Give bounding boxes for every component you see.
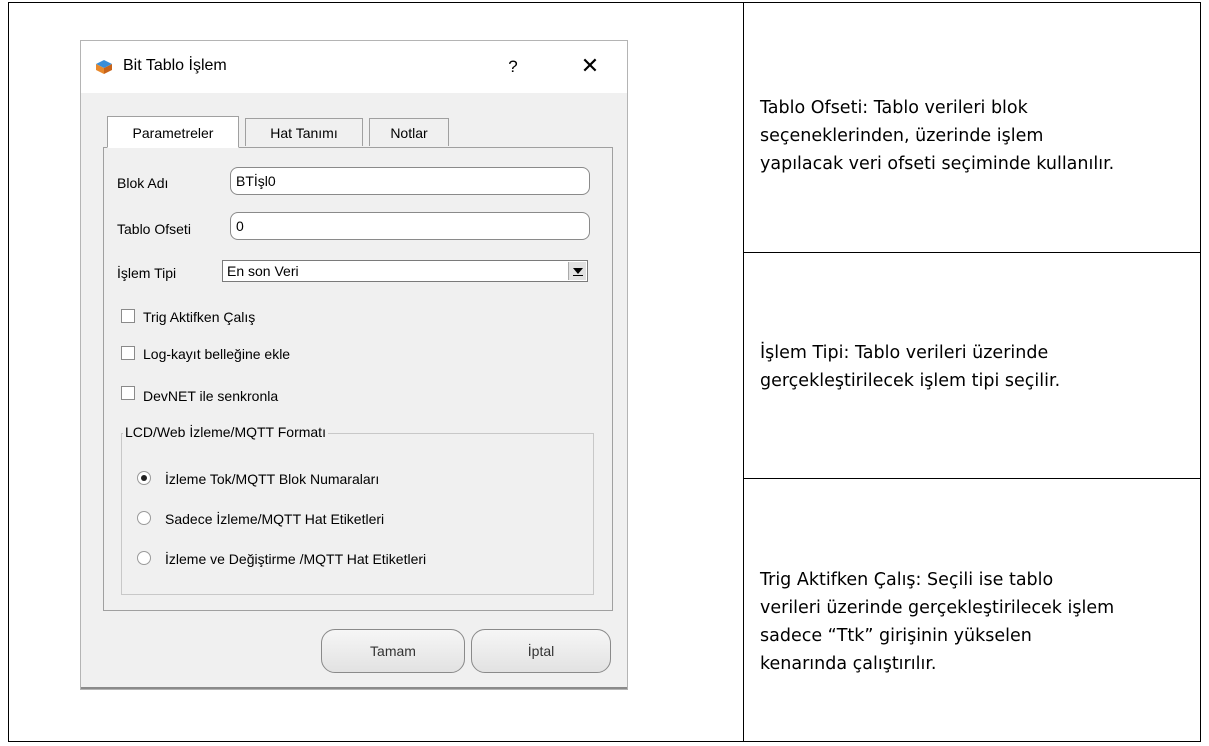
block-name-label: Blok Adı	[117, 175, 169, 191]
dropdown-arrow-icon[interactable]	[568, 262, 586, 280]
block-name-field[interactable]: BTİşl0	[230, 167, 590, 195]
trig-active-checkbox[interactable]	[121, 309, 135, 323]
operation-type-select[interactable]: En son Veri	[222, 260, 588, 282]
bit-table-dialog: Bit Tablo İşlem ? ✕ Parametreler Hat Tan…	[80, 40, 628, 690]
dialog-titlebar: Bit Tablo İşlem ? ✕	[81, 41, 627, 93]
tab-parametreler[interactable]: Parametreler	[107, 116, 239, 148]
operation-type-value: En son Veri	[227, 263, 299, 279]
description-cell-table-offset: Tablo Ofseti: Tablo verileri blok seçene…	[743, 2, 1201, 253]
log-record-label: Log-kayıt belleğine ekle	[143, 346, 291, 362]
devnet-sync-checkbox[interactable]	[121, 386, 135, 400]
radio-monitor-only[interactable]	[137, 511, 151, 525]
table-offset-field[interactable]: 0	[230, 212, 590, 240]
tab-hat-tanimi[interactable]: Hat Tanımı	[245, 118, 363, 146]
trig-active-label: Trig Aktifken Çalış	[143, 309, 256, 325]
ok-button[interactable]: Tamam	[321, 629, 465, 673]
radio-block-numbers-label: İzleme Tok/MQTT Blok Numaraları	[165, 471, 380, 487]
radio-block-numbers[interactable]	[137, 471, 151, 485]
devnet-sync-label: DevNET ile senkronla	[143, 388, 279, 404]
description-cell-operation-type: İşlem Tipi: Tablo verileri üzerinde gerç…	[743, 252, 1201, 479]
description-text: İşlem Tipi: Tablo verileri üzerinde gerç…	[760, 343, 1061, 391]
dialog-bottom-border	[81, 687, 627, 689]
cancel-button[interactable]: İptal	[471, 629, 611, 673]
radio-monitor-only-label: Sadece İzleme/MQTT Hat Etiketleri	[165, 511, 385, 527]
description-cell-trig-active: Trig Aktifken Çalış: Seçili ise tablo ve…	[743, 478, 1201, 742]
table-offset-label: Tablo Ofseti	[117, 221, 191, 237]
log-record-checkbox[interactable]	[121, 346, 135, 360]
help-button[interactable]: ?	[499, 53, 527, 81]
description-text: Trig Aktifken Çalış: Seçili ise tablo ve…	[760, 570, 1115, 674]
description-text: Tablo Ofseti: Tablo verileri blok seçene…	[760, 98, 1115, 174]
close-button[interactable]: ✕	[573, 53, 607, 81]
radio-monitor-modify[interactable]	[137, 551, 151, 565]
operation-type-label: İşlem Tipi	[117, 265, 177, 281]
dialog-title: Bit Tablo İşlem	[123, 57, 227, 74]
tab-notlar[interactable]: Notlar	[369, 118, 449, 146]
app-icon	[96, 60, 112, 74]
radio-monitor-modify-label: İzleme ve Değiştirme /MQTT Hat Etiketler…	[165, 551, 427, 567]
format-group-title: LCD/Web İzleme/MQTT Formatı	[123, 424, 328, 440]
